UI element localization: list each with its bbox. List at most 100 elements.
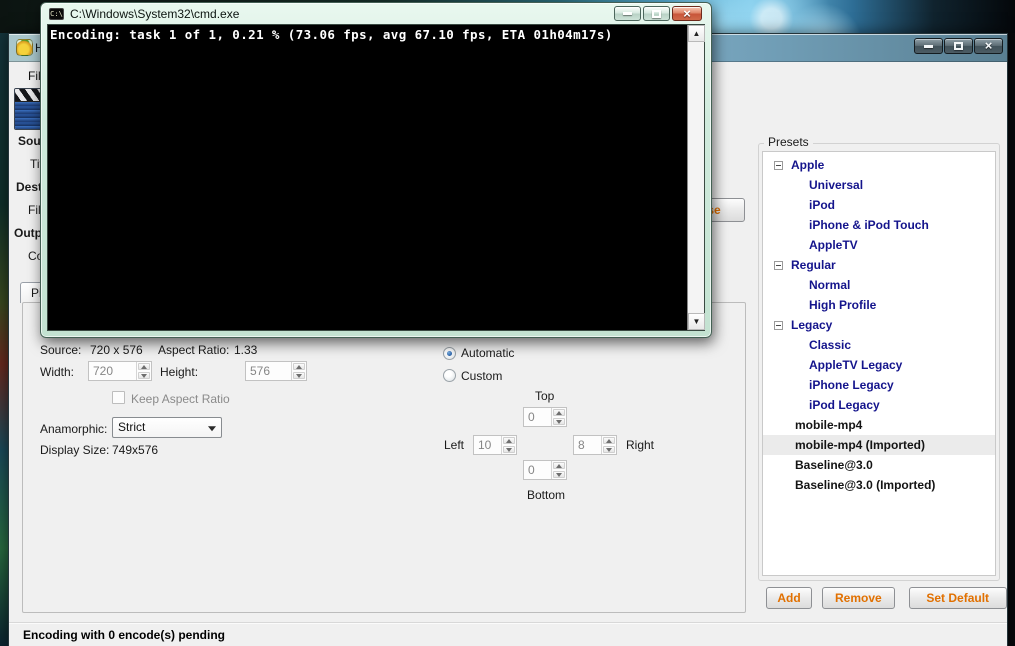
- crop-left-spinner[interactable]: 10: [473, 435, 517, 455]
- spin-down-icon[interactable]: [138, 372, 150, 379]
- preset-item[interactable]: Baseline@3.0: [763, 455, 995, 475]
- set-default-button[interactable]: Set Default: [909, 587, 1007, 609]
- width-spinner-buttons[interactable]: [136, 362, 151, 380]
- preset-item[interactable]: iPhone Legacy: [763, 375, 995, 395]
- preset-item-label: Regular: [791, 255, 836, 275]
- preset-item-label: Classic: [809, 335, 851, 355]
- crop-bottom-label: Bottom: [527, 488, 565, 502]
- console-scrollbar[interactable]: ▲ ▼: [687, 25, 704, 330]
- keep-aspect-ratio-checkbox[interactable]: [112, 391, 125, 404]
- spin-up-icon[interactable]: [138, 363, 150, 370]
- chevron-down-icon[interactable]: [203, 418, 221, 437]
- height-spinner[interactable]: 576: [245, 361, 307, 381]
- preset-item-label: Legacy: [791, 315, 832, 335]
- presets-caption: Presets: [764, 135, 813, 149]
- spin-down-icon[interactable]: [603, 446, 615, 453]
- crop-right-label: Right: [626, 438, 654, 452]
- scroll-up-icon[interactable]: ▲: [688, 25, 705, 42]
- preset-item[interactable]: Regular: [763, 255, 995, 275]
- cmd-titlebar[interactable]: C:\ C:\Windows\System32\cmd.exe ×: [41, 3, 711, 24]
- preset-item[interactable]: iPhone & iPod Touch: [763, 215, 995, 235]
- crop-top-spinner-buttons[interactable]: [551, 408, 566, 426]
- spin-down-icon[interactable]: [553, 471, 565, 478]
- preset-item-label: Normal: [809, 275, 850, 295]
- height-label: Height:: [160, 365, 198, 379]
- aspect-ratio-value: 1.33: [234, 343, 257, 357]
- close-icon: ×: [683, 8, 691, 19]
- preset-item-label: Universal: [809, 175, 863, 195]
- remove-preset-button[interactable]: Remove: [822, 587, 895, 609]
- crop-left-spinner-buttons[interactable]: [501, 436, 516, 454]
- picture-source-value: 720 x 576: [90, 343, 143, 357]
- presets-tree[interactable]: Apple Universal iPod iPhone & iPod Touch: [762, 151, 996, 576]
- preset-item[interactable]: Normal: [763, 275, 995, 295]
- crop-right-spinner-buttons[interactable]: [601, 436, 616, 454]
- cmd-minimize-button[interactable]: [614, 6, 641, 21]
- preset-item[interactable]: High Profile: [763, 295, 995, 315]
- preset-item[interactable]: mobile-mp4: [763, 415, 995, 435]
- preset-item-label: Baseline@3.0 (Imported): [795, 475, 935, 495]
- close-button[interactable]: ×: [974, 38, 1003, 54]
- cmd-maximize-button[interactable]: [643, 6, 670, 21]
- preset-item[interactable]: Universal: [763, 175, 995, 195]
- cmd-close-button[interactable]: ×: [672, 6, 702, 21]
- preset-item[interactable]: mobile-mp4 (Imported): [763, 435, 995, 455]
- preset-item[interactable]: iPod Legacy: [763, 395, 995, 415]
- preset-item[interactable]: Apple: [763, 155, 995, 175]
- spin-up-icon[interactable]: [503, 437, 515, 444]
- crop-bottom-spinner[interactable]: 0: [523, 460, 567, 480]
- console-encoding-line: Encoding: task 1 of 1, 0.21 % (73.06 fps…: [50, 27, 685, 42]
- preset-item[interactable]: iPod: [763, 195, 995, 215]
- expander-minus-icon[interactable]: [774, 261, 783, 270]
- preset-item-label: AppleTV Legacy: [809, 355, 902, 375]
- spin-up-icon[interactable]: [603, 437, 615, 444]
- crop-custom-radio[interactable]: [443, 369, 456, 382]
- crop-bottom-spinner-buttons[interactable]: [551, 461, 566, 479]
- anamorphic-dropdown[interactable]: Strict: [112, 417, 222, 438]
- minimize-button[interactable]: [914, 38, 943, 54]
- scroll-down-icon[interactable]: ▼: [688, 313, 705, 330]
- spin-up-icon[interactable]: [293, 363, 305, 370]
- cmd-window-title: C:\Windows\System32\cmd.exe: [70, 7, 239, 21]
- width-spinner[interactable]: 720: [88, 361, 152, 381]
- crop-custom-label: Custom: [461, 369, 502, 383]
- spin-up-icon[interactable]: [553, 462, 565, 469]
- crop-right-value: 8: [574, 436, 601, 454]
- preset-item-label: mobile-mp4 (Imported): [795, 435, 925, 455]
- preset-item[interactable]: Classic: [763, 335, 995, 355]
- anamorphic-label: Anamorphic:: [40, 422, 107, 436]
- preset-buttons: Add Remove Set Default: [766, 587, 1007, 609]
- crop-automatic-label: Automatic: [461, 346, 514, 360]
- crop-top-spinner[interactable]: 0: [523, 407, 567, 427]
- handbrake-logo-icon: [16, 39, 33, 56]
- maximize-icon: [652, 10, 661, 18]
- cmd-window-controls: ×: [614, 6, 702, 21]
- preset-item[interactable]: Baseline@3.0 (Imported): [763, 475, 995, 495]
- height-spinner-buttons[interactable]: [291, 362, 306, 380]
- preset-item-label: mobile-mp4: [795, 415, 862, 435]
- width-value: 720: [89, 362, 136, 380]
- status-text: Encoding with 0 encode(s) pending: [23, 628, 225, 642]
- preset-item[interactable]: AppleTV: [763, 235, 995, 255]
- aspect-ratio-label: Aspect Ratio:: [158, 343, 229, 357]
- spin-up-icon[interactable]: [553, 409, 565, 416]
- display-size-value: 749x576: [112, 443, 158, 457]
- crop-automatic-radio[interactable]: [443, 347, 456, 360]
- console-output: Encoding: task 1 of 1, 0.21 % (73.06 fps…: [47, 24, 705, 331]
- preset-item[interactable]: AppleTV Legacy: [763, 355, 995, 375]
- desktop: Handbrake × File Source: Title: Destinat…: [0, 0, 1015, 646]
- spin-down-icon[interactable]: [293, 372, 305, 379]
- status-bar: Encoding with 0 encode(s) pending: [9, 622, 1007, 646]
- expander-minus-icon[interactable]: [774, 161, 783, 170]
- crop-right-spinner[interactable]: 8: [573, 435, 617, 455]
- preset-item[interactable]: Legacy: [763, 315, 995, 335]
- add-preset-button[interactable]: Add: [766, 587, 812, 609]
- preset-item-label: iPod Legacy: [809, 395, 880, 415]
- spin-down-icon[interactable]: [503, 446, 515, 453]
- maximize-button[interactable]: [944, 38, 973, 54]
- close-icon: ×: [985, 40, 993, 52]
- spin-down-icon[interactable]: [553, 418, 565, 425]
- preset-item-label: iPod: [809, 195, 835, 215]
- crop-left-value: 10: [474, 436, 501, 454]
- expander-minus-icon[interactable]: [774, 321, 783, 330]
